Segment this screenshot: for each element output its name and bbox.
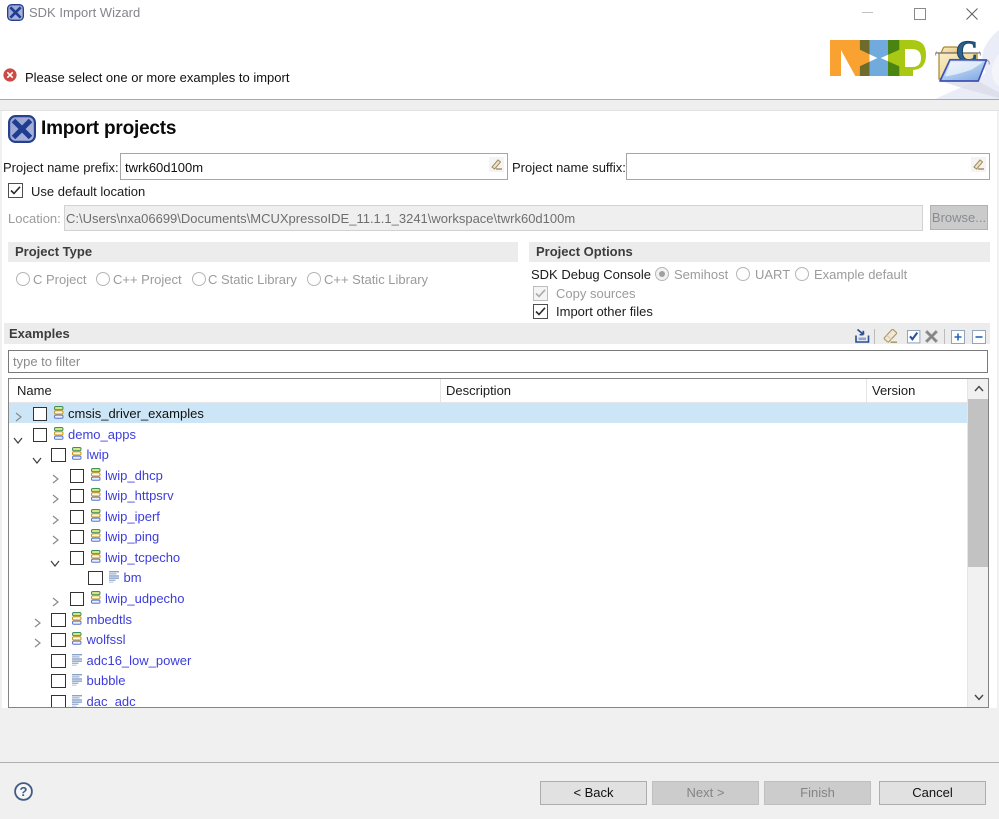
svg-text:?: ?: [20, 784, 28, 799]
